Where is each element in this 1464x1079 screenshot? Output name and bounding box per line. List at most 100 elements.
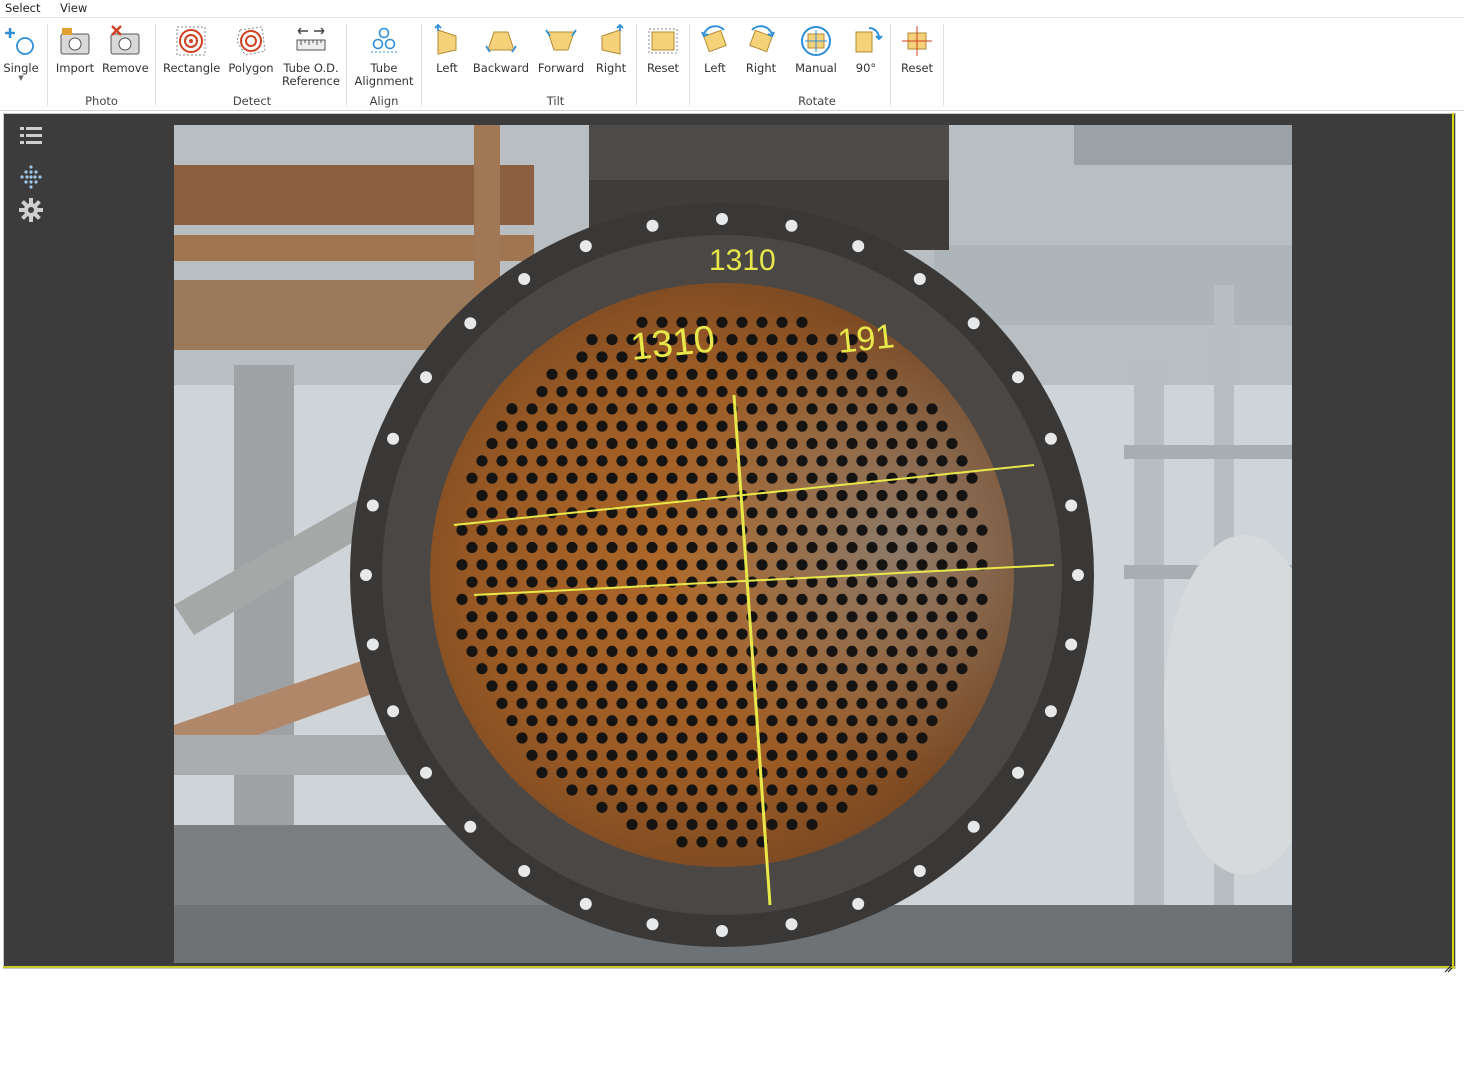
tube-hole <box>806 680 818 692</box>
tube-hole <box>936 663 948 675</box>
tube-hole <box>586 472 598 484</box>
tube-hole <box>766 749 778 761</box>
tube-hole <box>856 767 868 779</box>
tube-hole <box>716 386 728 398</box>
tube-hole <box>676 801 688 813</box>
ribbon-separator <box>47 24 48 106</box>
tube-hole <box>626 819 638 831</box>
tube-hole <box>596 732 608 744</box>
tube-hole <box>936 524 948 536</box>
tilt-left-icon <box>430 22 464 60</box>
menu-view[interactable]: View <box>60 1 87 15</box>
heat-exchanger-photo[interactable]: 1310 1310 191 <box>174 125 1292 963</box>
tube-hole <box>586 645 598 658</box>
tube-hole <box>966 541 978 554</box>
resize-grip-icon[interactable] <box>1443 962 1453 973</box>
tilt-left-button[interactable]: Left <box>429 22 465 75</box>
tube-hole <box>596 386 608 398</box>
tube-hole <box>936 489 948 502</box>
tube-hole <box>546 645 558 658</box>
flange-bolt-hole <box>852 240 865 253</box>
tube-hole <box>606 749 618 761</box>
gear-icon[interactable] <box>18 197 44 223</box>
remove-photo-button[interactable]: Remove <box>102 22 149 75</box>
tube-hole <box>696 663 708 675</box>
tube-hole <box>576 455 588 467</box>
tube-hole <box>666 749 678 761</box>
tilt-reset-label: Reset <box>646 61 680 75</box>
tube-hole <box>666 715 678 727</box>
tube-hole <box>726 368 738 380</box>
menu-select[interactable]: Select <box>5 1 40 15</box>
rotate-left-button[interactable]: Left <box>697 22 733 75</box>
detect-rectangle-button[interactable]: Rectangle <box>163 22 220 75</box>
tube-hole <box>766 819 778 831</box>
tilt-backward-button[interactable]: Backward <box>472 22 530 75</box>
tilt-right-button[interactable]: Right <box>593 22 629 75</box>
tube-hole <box>586 680 598 692</box>
tube-hole <box>616 386 628 398</box>
tube-hole <box>526 680 538 692</box>
tube-hole <box>856 420 868 432</box>
tube-hole <box>756 489 768 502</box>
tube-hole <box>506 403 518 415</box>
tube-hole <box>946 576 958 588</box>
tube-hole <box>866 611 878 623</box>
tube-hole <box>866 541 878 554</box>
rotate-right-button[interactable]: Right <box>742 22 780 75</box>
tube-hole <box>786 438 798 450</box>
tube-hole <box>946 645 958 658</box>
tube-hole <box>756 455 768 467</box>
single-select-button[interactable]: Single ▼ <box>2 22 40 82</box>
tube-hole <box>826 576 838 588</box>
list-icon[interactable] <box>18 123 44 149</box>
tube-hole <box>926 645 938 658</box>
tube-hole <box>616 524 628 536</box>
tube-hole <box>666 611 678 623</box>
rotate-manual-button[interactable]: Manual <box>792 22 840 75</box>
tube-hole <box>706 611 718 623</box>
tube-hole <box>556 697 568 710</box>
tube-hole <box>896 697 908 710</box>
tube-hole <box>636 559 648 571</box>
tube-hole <box>916 420 928 432</box>
tilt-forward-button[interactable]: Forward <box>535 22 587 75</box>
tube-hole <box>886 576 898 588</box>
tube-hole <box>766 680 778 692</box>
tube-hole <box>546 507 558 519</box>
tube-od-reference-button[interactable]: Tube O.D. Reference <box>281 22 341 88</box>
tube-hole <box>776 351 788 363</box>
photo-canvas: 1310 1310 191 <box>174 125 1292 963</box>
tube-hole <box>716 593 728 605</box>
tube-hole <box>636 455 648 467</box>
tube-hole <box>586 403 598 415</box>
tube-hole <box>626 680 638 692</box>
image-workspace[interactable]: 1310 1310 191 Tube Map: [Total: 0 tubes]… <box>3 113 1456 1079</box>
flange-bolt-hole <box>1012 371 1024 384</box>
tube-hole <box>836 420 848 432</box>
tube-hole <box>766 334 778 346</box>
tube-hole <box>736 593 748 605</box>
detect-polygon-label: Polygon <box>228 61 274 75</box>
rotate-reset-button[interactable]: Reset <box>897 22 937 75</box>
tube-hole <box>856 524 868 536</box>
tube-hole <box>716 801 728 813</box>
tube-hole <box>816 455 828 467</box>
rotate-90-button[interactable]: 90° <box>848 22 884 75</box>
detect-polygon-button[interactable]: Polygon <box>227 22 275 75</box>
tube-hole <box>606 438 618 450</box>
tube-hole <box>746 438 758 450</box>
tube-hole <box>666 576 678 588</box>
tube-hole <box>706 541 718 554</box>
flange-bolt-hole <box>1072 569 1084 581</box>
tube-alignment-button[interactable]: Tube Alignment <box>354 22 414 88</box>
tube-hole <box>856 593 868 605</box>
import-photo-button[interactable]: Import <box>55 22 95 75</box>
tube-hole <box>806 749 818 761</box>
tube-hole <box>496 593 508 605</box>
tube-hole <box>826 368 838 380</box>
tube-hole <box>976 593 988 605</box>
tilt-reset-button[interactable]: Reset <box>644 22 682 75</box>
tube-grid-icon[interactable] <box>18 163 44 189</box>
tube-hole <box>616 801 628 813</box>
